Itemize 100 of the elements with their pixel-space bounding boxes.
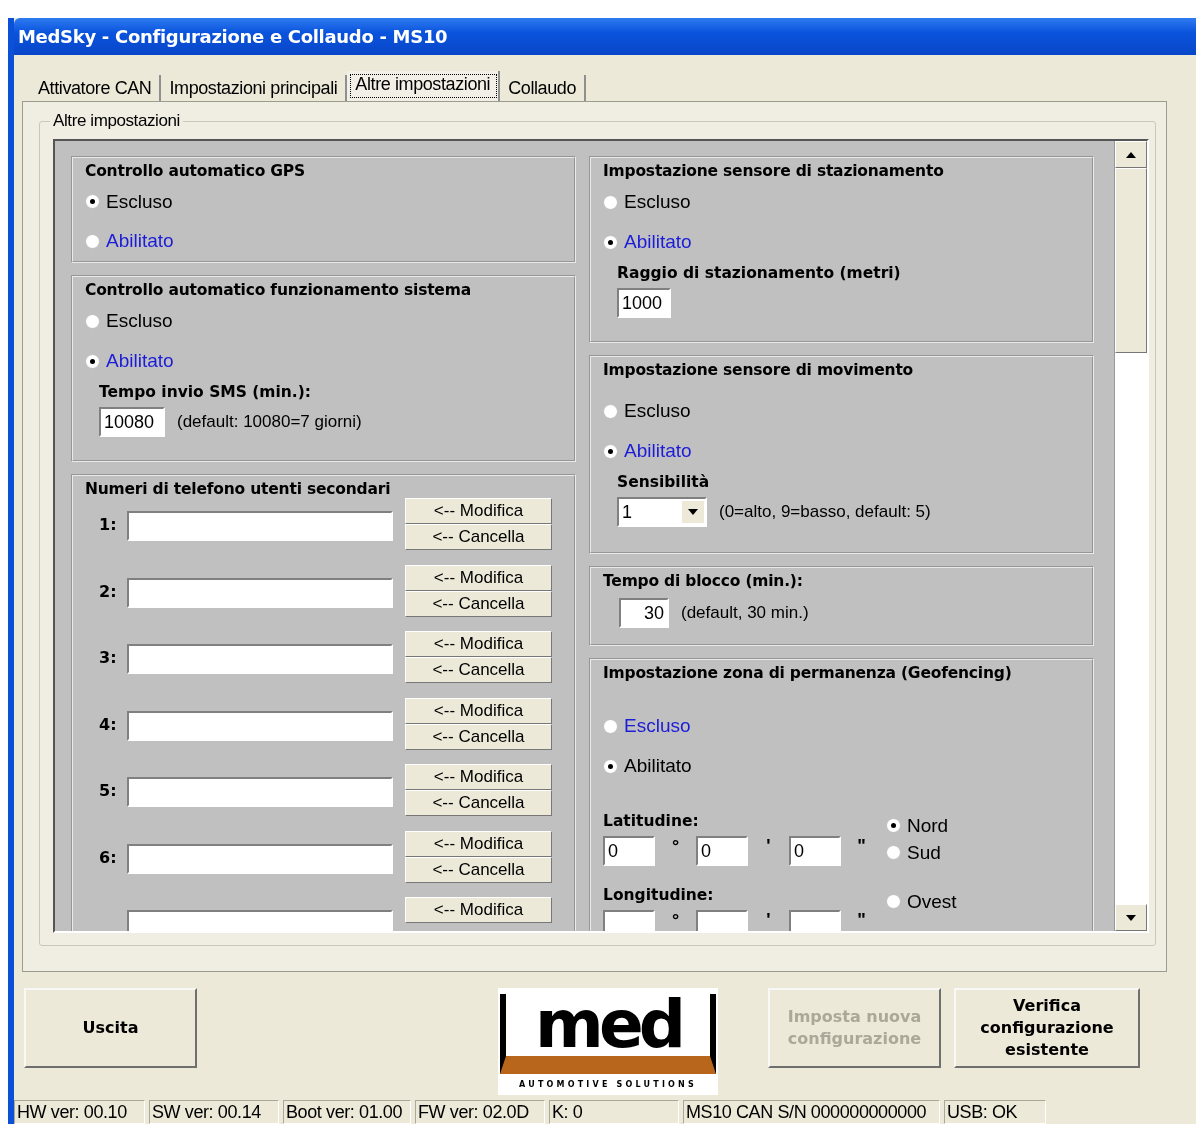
scroll-down-button[interactable]: [1115, 904, 1147, 931]
caret-icon: [682, 501, 704, 523]
tab[interactable]: Altre impostazioni: [347, 71, 501, 101]
option-label: Escluso: [106, 310, 173, 332]
row-number: 2:: [98, 581, 118, 601]
radio-button[interactable]: [603, 758, 618, 774]
radio-button[interactable]: [603, 403, 618, 419]
status-cell: HW ver: 00.10: [14, 1100, 145, 1124]
radio-button[interactable]: [85, 233, 100, 249]
scrollbar[interactable]: [1114, 141, 1147, 931]
option-label: Sud: [907, 841, 941, 864]
phone-field[interactable]: [127, 843, 393, 874]
coordinate-field[interactable]: 0: [789, 836, 841, 866]
exit-button[interactable]: Uscita: [24, 988, 197, 1068]
verify-config-button[interactable]: Verifica configurazione esistente: [954, 988, 1140, 1068]
unit-mark: ": [856, 910, 867, 931]
phone-field[interactable]: [127, 644, 393, 674]
scrollbar-thumb[interactable]: [1115, 168, 1147, 353]
coordinate-field[interactable]: [696, 910, 748, 931]
status-cell: SW ver: 00.14: [149, 1100, 279, 1124]
status-cell: USB: OK: [944, 1100, 1046, 1124]
modify-button[interactable]: <-- Modifica: [405, 498, 552, 524]
phone-field[interactable]: [127, 910, 393, 931]
hint-text: (0=alto, 9=basso, default: 5): [719, 502, 931, 522]
unit-mark: °: [670, 910, 681, 931]
radio-button[interactable]: [85, 194, 100, 210]
radio-button[interactable]: [603, 194, 618, 210]
radio-button[interactable]: [603, 234, 618, 250]
sensitivity-dropdown[interactable]: 1: [617, 497, 707, 527]
coordinate-field[interactable]: 0: [696, 836, 748, 866]
delete-button[interactable]: <-- Cancella: [405, 790, 552, 816]
status-cell: Boot ver: 01.00: [283, 1100, 411, 1124]
lock-time-field[interactable]: 30: [619, 598, 669, 628]
unit-mark: ': [765, 836, 772, 857]
delete-button[interactable]: <-- Cancella: [405, 524, 552, 550]
delete-button[interactable]: <-- Cancella: [405, 590, 552, 617]
modify-button[interactable]: <-- Modifica: [405, 564, 552, 591]
group-title: Impostazione sensore di movimento: [603, 360, 914, 381]
option-label: Escluso: [624, 400, 691, 422]
phone-field[interactable]: [127, 777, 393, 807]
phone-field[interactable]: [127, 511, 393, 541]
hint-text: (default, 30 min.): [681, 603, 809, 623]
radio-button[interactable]: [85, 353, 100, 369]
option-label: Abilitato: [624, 755, 692, 777]
option-label: Escluso: [106, 190, 173, 213]
field-label: Tempo invio SMS (min.):: [99, 382, 312, 403]
field-label: Longitudine:: [603, 886, 714, 904]
delete-button[interactable]: <-- Cancella: [405, 856, 552, 883]
row-number: 1:: [98, 515, 118, 534]
modify-button[interactable]: <-- Modifica: [405, 631, 552, 657]
group-title: Controllo automatico GPS: [85, 161, 305, 182]
logo-wordmark: med: [535, 994, 681, 1056]
radio-button[interactable]: [85, 313, 100, 329]
coordinate-field[interactable]: [603, 910, 655, 931]
option-label: Escluso: [624, 191, 691, 213]
modify-button[interactable]: <-- Modifica: [405, 830, 552, 857]
group-title: Numeri di telefono utenti secondari: [85, 479, 391, 500]
field-label: Latitudine:: [603, 812, 699, 830]
radius-field[interactable]: 1000: [617, 288, 671, 318]
group-title: Impostazione zona di permanenza (Geofencing): [603, 663, 1012, 684]
coordinate-field[interactable]: 0: [603, 836, 655, 866]
coordinate-field[interactable]: [789, 910, 841, 931]
window-title: MedSky - Configurazione e Collaudo - MS10: [18, 26, 448, 47]
option-label: Abilitato: [624, 231, 692, 253]
status-cell: FW ver: 02.0D: [415, 1100, 545, 1124]
row-number: 6:: [98, 847, 118, 867]
modify-button[interactable]: <-- Modifica: [405, 897, 552, 923]
field-label: Sensibilità: [617, 472, 710, 493]
radio-button[interactable]: [886, 845, 901, 860]
radio-button[interactable]: [603, 718, 618, 734]
phone-field[interactable]: [127, 710, 393, 741]
hint-text: (default: 10080=7 giorni): [177, 412, 362, 432]
modify-button[interactable]: <-- Modifica: [405, 764, 552, 790]
modify-button[interactable]: <-- Modifica: [405, 697, 552, 724]
delete-button[interactable]: <-- Cancella: [405, 723, 552, 750]
logo-tagline: AUTOMOTIVE SOLUTIONS: [519, 1080, 697, 1089]
scroll-up-button[interactable]: [1115, 141, 1147, 168]
radio-button[interactable]: [886, 894, 901, 909]
delete-button[interactable]: <-- Cancella: [405, 657, 552, 683]
up-arrow-icon: [1125, 150, 1137, 159]
radio-button[interactable]: [886, 818, 901, 833]
group-title: Controllo automatico funzionamento sistema: [85, 280, 471, 301]
group-label: Altre impostazioni: [50, 111, 183, 131]
sms-interval-field[interactable]: 10080: [99, 407, 165, 437]
row-number: 4:: [98, 714, 118, 734]
unit-mark: °: [670, 836, 681, 857]
field-label: Raggio di stazionamento (metri): [617, 263, 901, 284]
option-label: Ovest: [907, 890, 957, 913]
option-label: Escluso: [624, 715, 691, 737]
option-label: Nord: [907, 814, 949, 837]
status-cell: MS10 CAN S/N 000000000000: [683, 1100, 940, 1124]
row-number: 5:: [98, 781, 118, 800]
down-arrow-icon: [1125, 913, 1137, 922]
phone-field[interactable]: [127, 577, 393, 608]
option-label: Abilitato: [624, 440, 692, 462]
option-label: Abilitato: [106, 230, 174, 253]
radio-button[interactable]: [603, 443, 618, 459]
unit-mark: ": [856, 836, 867, 857]
unit-mark: ': [765, 910, 772, 931]
status-cell: K: 0: [549, 1100, 679, 1124]
